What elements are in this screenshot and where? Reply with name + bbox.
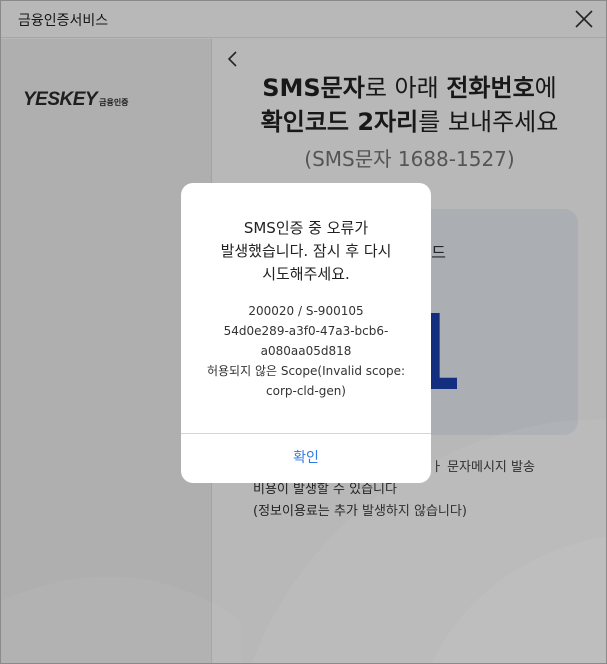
error-uuid-part-2: a080aa05d818 <box>260 344 352 358</box>
error-message-line-1: 허용되지 않은 Scope(Invalid scope: <box>206 364 406 378</box>
error-uuid-part-1: 54d0e289-a3f0-47a3-bcb6- <box>223 324 389 338</box>
error-dialog: SMS인증 중 오류가 발생했습니다. 잠시 후 다시 시도해주세요. 2000… <box>181 183 431 483</box>
dialog-error-detail: 200020 / S-900105 54d0e289-a3f0-47a3-bcb… <box>191 301 421 401</box>
error-code: 200020 / S-900105 <box>248 304 364 318</box>
dialog-title-line-1: SMS인증 중 오류가 <box>243 219 369 237</box>
error-message-line-2: corp-cld-gen) <box>266 384 346 398</box>
dialog-title-line-2: 발생했습니다. 잠시 후 다시 <box>220 242 392 260</box>
confirm-button[interactable]: 확인 <box>181 434 431 483</box>
auth-window: 금융인증서비스 YESKEY 금융인증 SMS문자로 아래 전화번호에 확인코드 … <box>0 0 607 664</box>
dialog-title-line-3: 시도해주세요. <box>262 265 350 283</box>
dialog-title: SMS인증 중 오류가 발생했습니다. 잠시 후 다시 시도해주세요. <box>191 217 421 286</box>
